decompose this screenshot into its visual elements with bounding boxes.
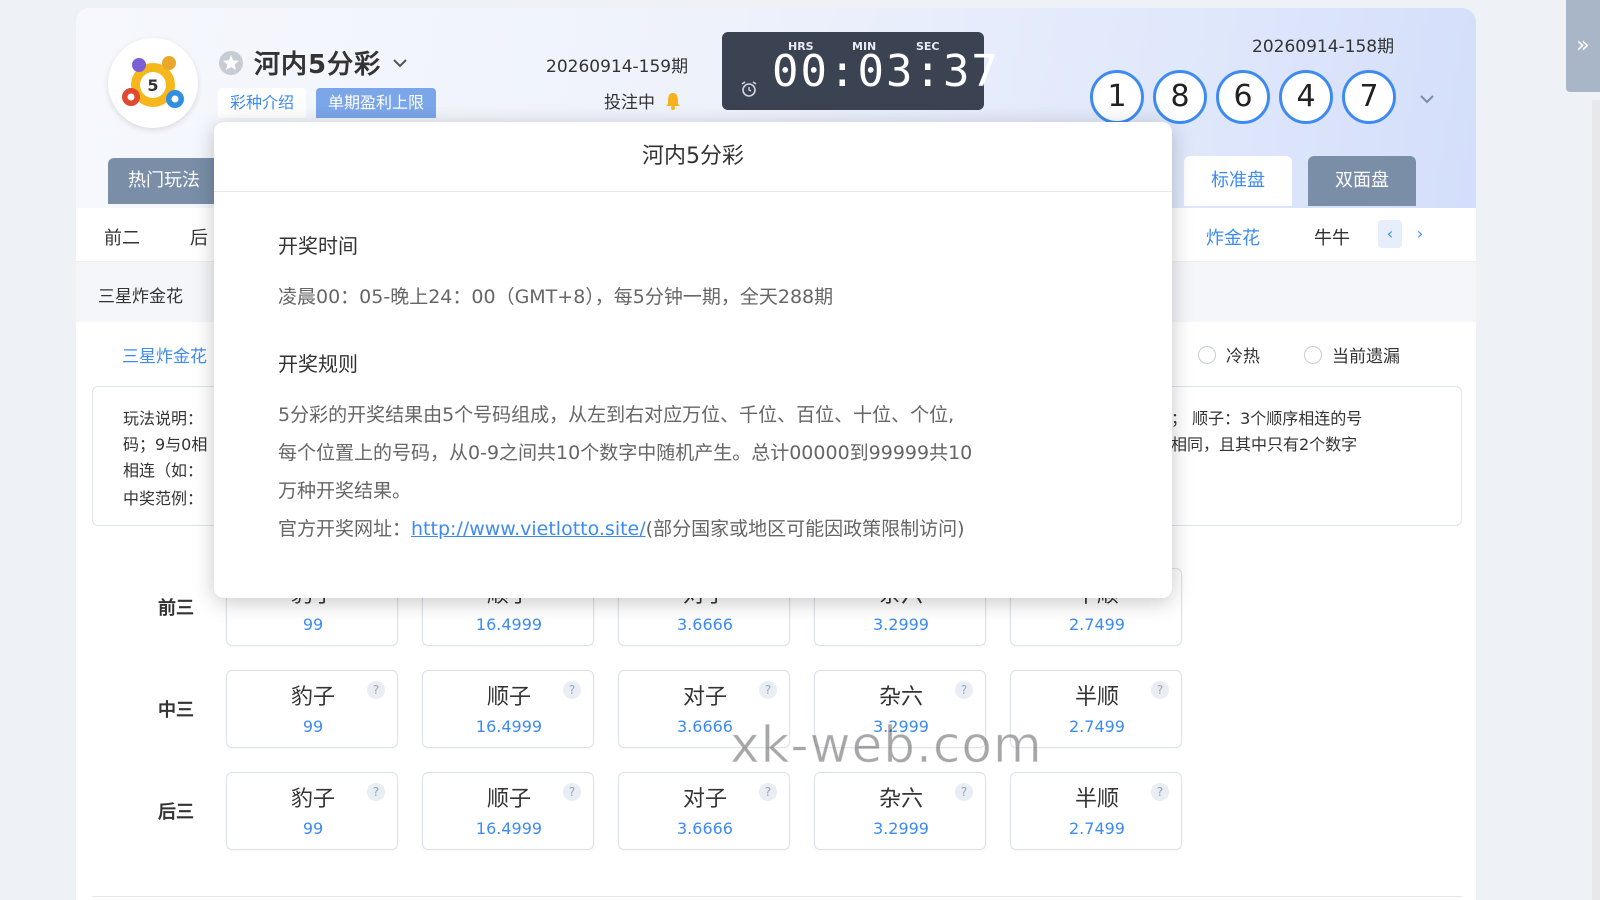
tab-double-plate[interactable]: 双面盘	[1308, 156, 1416, 206]
official-site-note: (部分国家或地区可能因政策限制访问)	[645, 518, 965, 540]
result-ball: 8	[1153, 70, 1207, 124]
play-item[interactable]: 前二	[104, 224, 140, 250]
page: 5 河内5分彩 彩种介绍 单期盈利上限 20260914-159期 投注中 HR…	[0, 0, 1600, 900]
betting-status: 投注中	[604, 88, 683, 113]
radio-label: 冷热	[1226, 347, 1260, 367]
row-label-front: 前三	[158, 598, 194, 619]
play-item[interactable]: 牛牛	[1314, 224, 1350, 250]
row-label-middle: 中三	[158, 700, 194, 721]
help-icon[interactable]: ?	[955, 681, 973, 699]
bet-odds: 2.7499	[1069, 615, 1125, 634]
bet-card[interactable]: 对子3.6666?	[618, 772, 790, 850]
result-ball: 1	[1090, 70, 1144, 124]
result-ball: 6	[1216, 70, 1270, 124]
draw-rule-line: 万种开奖结果。	[278, 480, 412, 502]
svg-text:5: 5	[147, 76, 158, 95]
last-numbers: 1 8 6 4 7	[1090, 70, 1405, 124]
chevron-down-icon[interactable]	[1418, 90, 1436, 108]
draw-rule-line: 5分彩的开奖结果由5个号码组成，从左到右对应万位、千位、百位、十位、个位,	[278, 404, 955, 426]
help-icon[interactable]: ?	[563, 681, 581, 699]
help-icon[interactable]: ?	[367, 783, 385, 801]
bet-odds: 3.6666	[677, 819, 733, 838]
game-intro-popover: 河内5分彩 开奖时间 凌晨00：05-晚上24：00（GMT+8），每5分钟一期…	[214, 122, 1172, 598]
timer-value: 00:03:37	[772, 46, 1000, 97]
popover-title: 河内5分彩	[214, 122, 1172, 192]
current-period: 20260914-159期	[546, 57, 689, 77]
watermark: xk-web.com	[730, 716, 1043, 775]
radio-dot[interactable]	[1304, 345, 1322, 364]
rule-line: 同； 顺子：3个顺序相连的号	[1155, 409, 1363, 428]
draw-time-heading: 开奖时间	[278, 234, 358, 258]
sub-play-item[interactable]: 三星炸金花	[98, 282, 183, 307]
help-icon[interactable]: ?	[955, 783, 973, 801]
official-site-link[interactable]: http://www.vietlotto.site/	[411, 518, 646, 540]
bet-card[interactable]: 豹子99?	[226, 670, 398, 748]
bet-odds: 3.2999	[873, 615, 929, 634]
bet-card[interactable]: 顺子16.4999?	[422, 772, 594, 850]
draw-time-text: 凌晨00：05-晚上24：00（GMT+8），每5分钟一期，全天288期	[278, 286, 834, 308]
bet-odds: 16.4999	[475, 819, 543, 838]
result-ball: 4	[1279, 70, 1333, 124]
last-period: 20260914-158期	[1252, 37, 1395, 57]
chevron-down-icon[interactable]	[391, 54, 409, 72]
rule-line: 中奖范例：	[123, 489, 204, 508]
scrollbar[interactable]	[1592, 100, 1600, 900]
help-icon[interactable]: ?	[367, 681, 385, 699]
game-name: 河内5分彩	[254, 50, 382, 80]
rule-line: 不相同，且其中只有2个数字	[1155, 435, 1358, 454]
option-active[interactable]: 三星炸金花	[122, 342, 207, 367]
help-icon[interactable]: ?	[1151, 681, 1169, 699]
rule-line: 玩法说明：	[123, 409, 204, 428]
countdown-timer: HRS MIN SEC 00:03:37	[722, 32, 998, 110]
tab-profit-limit[interactable]: 单期盈利上限	[316, 88, 437, 118]
help-icon[interactable]: ?	[563, 783, 581, 801]
draw-rule-line: 每个位置上的号码，从0-9之间共10个数字中随机产生。总计00000到99999…	[278, 442, 973, 464]
bet-odds: 3.6666	[677, 615, 733, 634]
official-site-line: 官方开奖网址：http://www.vietlotto.site/(部分国家或地…	[278, 514, 964, 541]
bet-card[interactable]: 半顺2.7499?	[1010, 772, 1182, 850]
help-icon[interactable]: ?	[1151, 783, 1169, 801]
bet-card[interactable]: 顺子16.4999?	[422, 670, 594, 748]
next-arrow-icon[interactable]: ›	[1408, 220, 1432, 248]
rule-line: 相连（如：	[123, 461, 204, 480]
bet-odds: 99	[302, 819, 324, 838]
star-icon[interactable]	[218, 50, 244, 76]
betting-status-text: 投注中	[604, 93, 655, 113]
game-selector[interactable]: 河内5分彩	[218, 44, 409, 81]
radio-missing[interactable]: 当前遗漏	[1304, 342, 1400, 367]
bet-odds: 2.7499	[1069, 819, 1125, 838]
radio-hot-cold[interactable]: 冷热	[1198, 342, 1260, 367]
sub-tabs: 彩种介绍 单期盈利上限	[218, 88, 446, 118]
help-icon[interactable]: ?	[759, 783, 777, 801]
lottery-logo-icon: 5	[108, 38, 198, 128]
official-site-label: 官方开奖网址：	[278, 518, 412, 540]
play-item[interactable]: 后	[190, 224, 208, 250]
radio-dot[interactable]	[1198, 345, 1216, 364]
bet-card[interactable]: 杂六3.2999?	[814, 772, 986, 850]
bet-odds: 16.4999	[475, 615, 543, 634]
bet-card[interactable]: 豹子99?	[226, 772, 398, 850]
draw-rule-heading: 开奖规则	[278, 352, 358, 376]
play-item-active[interactable]: 炸金花	[1206, 224, 1260, 250]
divider	[92, 896, 1462, 897]
bet-odds: 16.4999	[475, 717, 543, 736]
bell-icon	[666, 92, 680, 110]
tab-standard-plate[interactable]: 标准盘	[1184, 156, 1292, 206]
side-drawer-toggle[interactable]: »	[1566, 0, 1600, 92]
radio-label: 当前遗漏	[1332, 347, 1400, 367]
rule-line: 码；9与0相	[123, 435, 208, 454]
alarm-clock-icon	[741, 81, 757, 97]
help-icon[interactable]: ?	[759, 681, 777, 699]
result-ball: 7	[1342, 70, 1396, 124]
bet-odds: 99	[302, 717, 324, 736]
bet-odds: 99	[302, 615, 324, 634]
prev-arrow-icon[interactable]: ‹	[1378, 220, 1402, 248]
bet-odds: 3.2999	[873, 819, 929, 838]
tab-game-intro[interactable]: 彩种介绍	[218, 88, 307, 118]
row-label-back: 后三	[158, 802, 194, 823]
